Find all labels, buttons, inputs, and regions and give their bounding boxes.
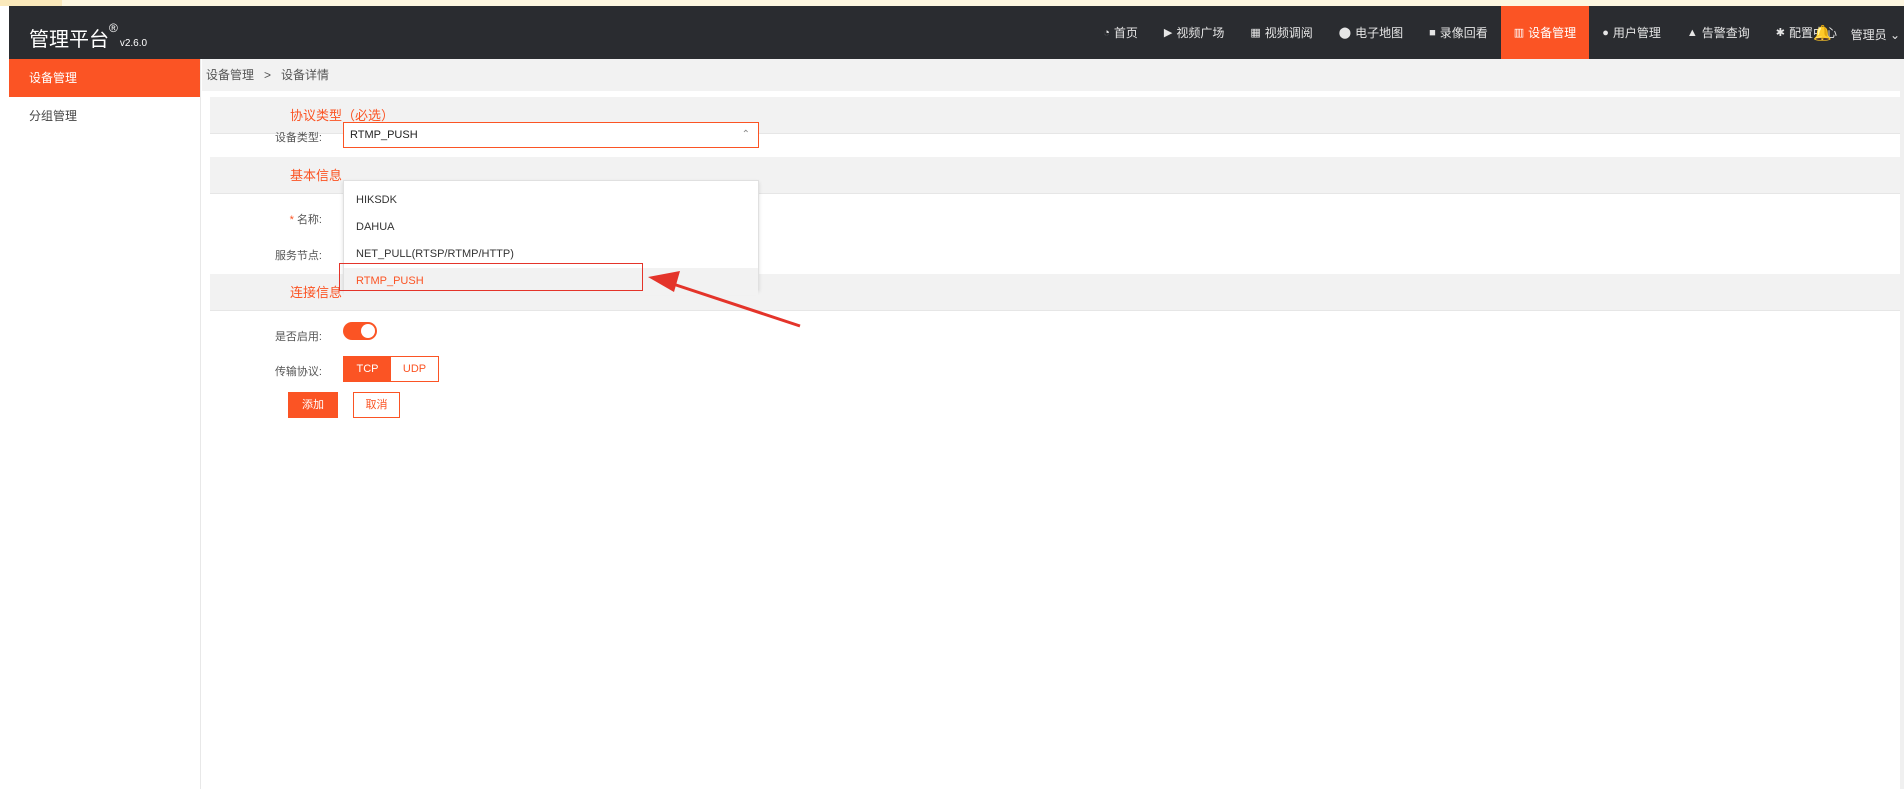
annotation-arrow <box>648 271 801 328</box>
annotation-arrow-shaft <box>669 281 801 328</box>
annotation-arrow-head <box>648 271 680 292</box>
scrollbar-track[interactable] <box>1900 59 1904 789</box>
